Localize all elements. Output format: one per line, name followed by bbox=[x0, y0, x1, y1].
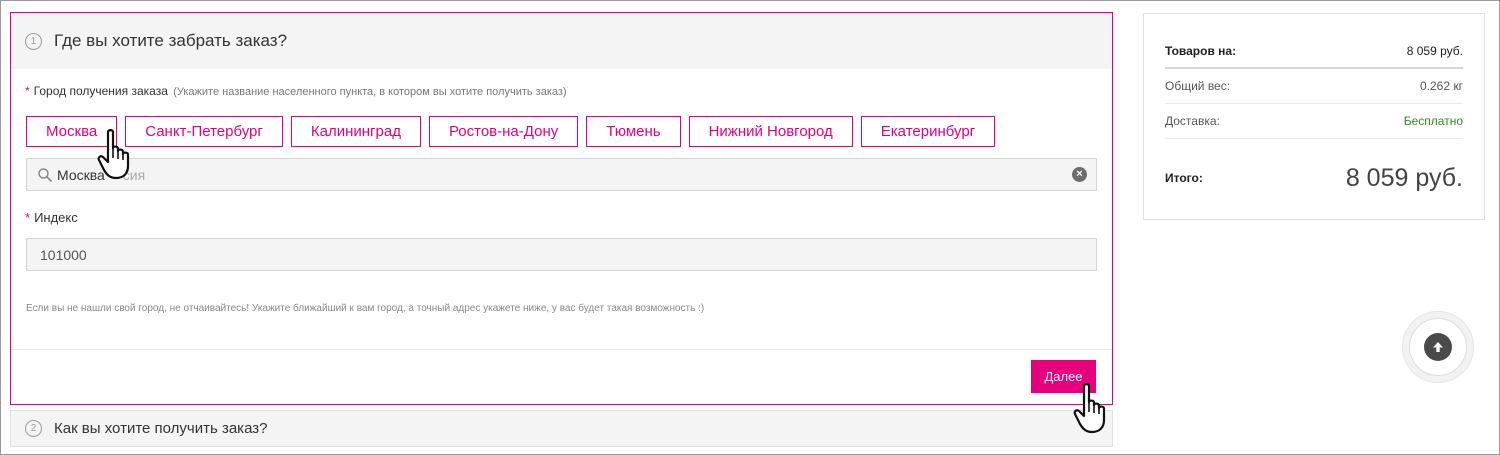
total-value: 8 059 руб. bbox=[1345, 163, 1463, 192]
arrow-up-icon bbox=[1433, 342, 1443, 352]
index-label-text: Индекс bbox=[34, 210, 78, 225]
search-icon bbox=[38, 167, 52, 182]
city-chip-saint-petersburg[interactable]: Санкт-Петербург bbox=[125, 116, 283, 147]
city-help-note: Если вы не нашли свой город, не отчаивай… bbox=[26, 303, 705, 314]
step-pickup-location: 1 Где вы хотите забрать заказ? * Город по… bbox=[10, 12, 1113, 405]
scroll-top-widget bbox=[1402, 311, 1474, 383]
summary-total-row: Итого: 8 059 руб. bbox=[1165, 139, 1463, 217]
required-mark: * bbox=[25, 210, 31, 225]
search-value: Москва bbox=[57, 166, 105, 183]
city-chip-rostov-on-don[interactable]: Ростов-на-Дону bbox=[428, 116, 579, 147]
city-chip-yekaterinburg[interactable]: Екатеринбург bbox=[860, 116, 996, 147]
delivery-value: Бесплатно bbox=[1403, 114, 1463, 128]
step-delivery-method[interactable]: 2 Как вы хотите получить заказ? bbox=[10, 410, 1113, 447]
city-chip-moscow[interactable]: Москва bbox=[26, 116, 118, 147]
step1-header[interactable]: 1 Где вы хотите забрать заказ? bbox=[11, 13, 1112, 69]
weight-value: 0.262 кг bbox=[1420, 79, 1463, 93]
search-ghost-text: сия bbox=[122, 166, 146, 183]
summary-delivery-row: Доставка: Бесплатно bbox=[1165, 104, 1463, 139]
clear-icon[interactable]: × bbox=[1072, 167, 1087, 182]
next-button[interactable]: Далее bbox=[1031, 360, 1096, 393]
required-mark: * bbox=[25, 84, 30, 98]
city-chip-kaliningrad[interactable]: Калининград bbox=[290, 116, 421, 147]
city-chip-tyumen[interactable]: Тюмень bbox=[586, 116, 681, 147]
city-hint: (Укажите название населенного пункта, в … bbox=[173, 86, 567, 98]
goods-value: 8 059 руб. bbox=[1406, 43, 1463, 58]
order-summary: Товаров на: 8 059 руб. Общий вес: 0.262 … bbox=[1143, 13, 1485, 220]
city-field-label: * Город получения заказа (Укажите названи… bbox=[25, 84, 567, 98]
scroll-top-button[interactable] bbox=[1424, 333, 1452, 361]
delivery-label: Доставка: bbox=[1165, 114, 1220, 128]
index-input[interactable]: 101000 bbox=[26, 238, 1097, 271]
summary-weight-row: Общий вес: 0.262 кг bbox=[1165, 69, 1463, 104]
step1-title: Где вы хотите забрать заказ? bbox=[54, 31, 288, 50]
weight-label: Общий вес: bbox=[1165, 79, 1231, 93]
city-label-text: Город получения заказа bbox=[33, 84, 168, 98]
step1-footer: Далее bbox=[11, 349, 1112, 404]
city-search-input[interactable]: Москва сия × bbox=[26, 158, 1097, 191]
step2-title: Как вы хотите получить заказ? bbox=[54, 420, 268, 437]
step1-number: 1 bbox=[25, 32, 42, 50]
scroll-top-inner bbox=[1409, 318, 1467, 376]
city-quick-picks: Москва Санкт-Петербург Калининград Росто… bbox=[26, 116, 996, 147]
city-chip-nizhny-novgorod[interactable]: Нижний Новгород bbox=[688, 116, 853, 147]
index-field-label: * Индекс bbox=[25, 210, 78, 225]
goods-label: Товаров на: bbox=[1165, 43, 1237, 58]
step2-number: 2 bbox=[25, 420, 42, 437]
total-label: Итого: bbox=[1165, 171, 1203, 185]
summary-goods-row: Товаров на: 8 059 руб. bbox=[1165, 34, 1463, 69]
